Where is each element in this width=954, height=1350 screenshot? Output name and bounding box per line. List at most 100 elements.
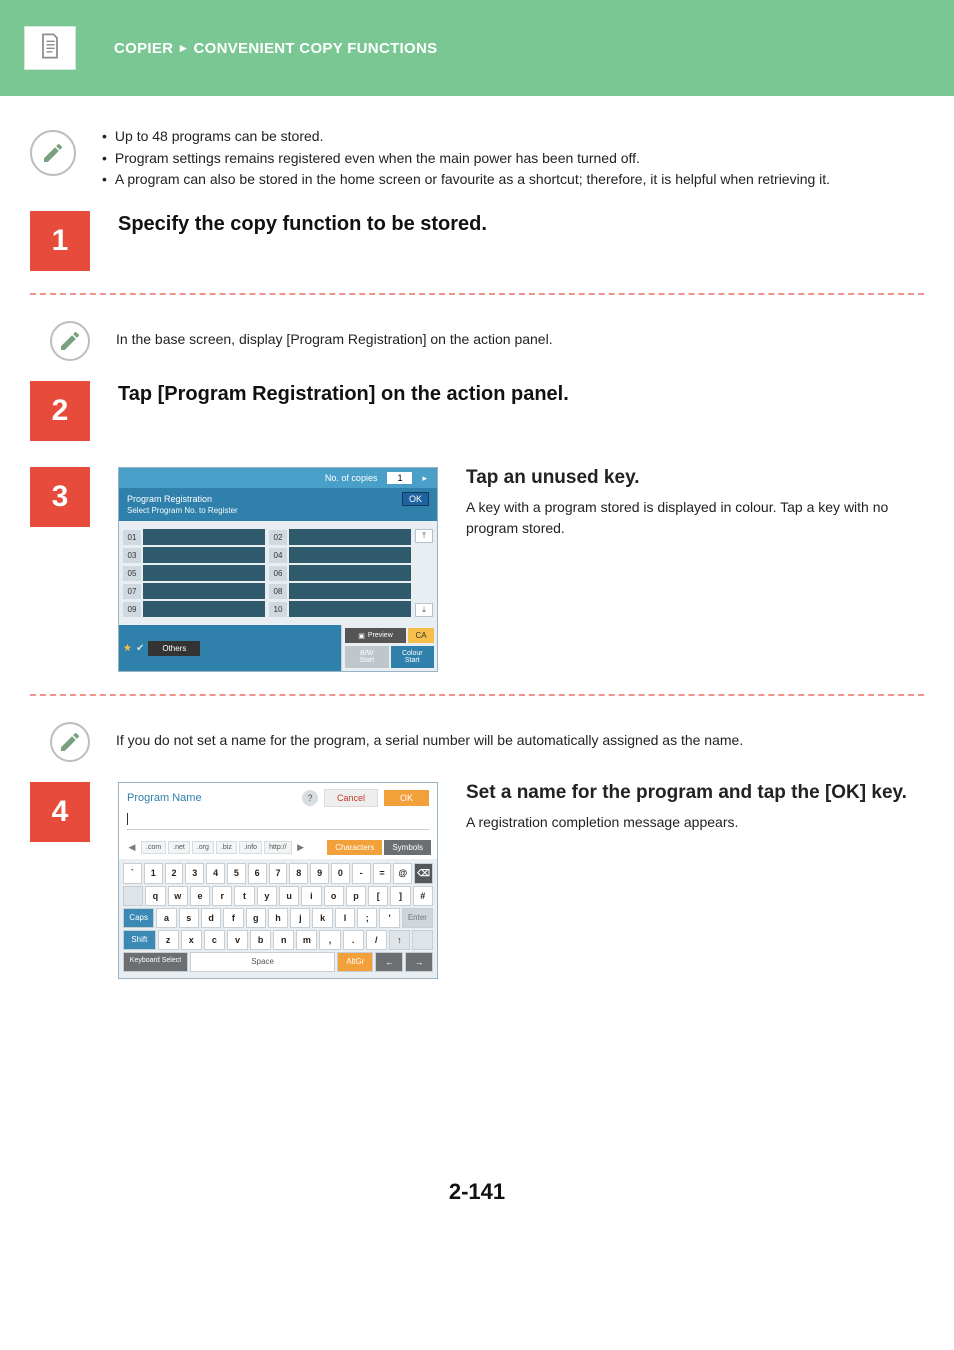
domain-tab[interactable]: .info [239, 841, 262, 854]
left-key[interactable]: ← [375, 952, 403, 972]
program-slot[interactable]: 03 [123, 547, 269, 563]
key[interactable]: t [234, 886, 254, 906]
key[interactable]: r [212, 886, 232, 906]
key[interactable]: 9 [310, 863, 329, 884]
altgr-key[interactable]: AltGr [337, 952, 373, 972]
key[interactable]: p [346, 886, 366, 906]
key[interactable]: z [158, 930, 179, 950]
key[interactable]: u [279, 886, 299, 906]
key[interactable]: o [324, 886, 344, 906]
key[interactable]: 4 [206, 863, 225, 884]
key[interactable]: # [413, 886, 433, 906]
program-slot[interactable]: 01 [123, 529, 269, 545]
key[interactable]: g [246, 908, 266, 928]
key[interactable]: @ [393, 863, 412, 884]
program-slot[interactable]: 05 [123, 565, 269, 581]
bw-start-button[interactable]: B/WStart [345, 646, 389, 668]
spacer-key[interactable] [412, 930, 433, 950]
key[interactable]: . [343, 930, 364, 950]
characters-button[interactable]: Characters [327, 840, 382, 855]
backspace-key[interactable]: ⌫ [414, 863, 433, 884]
scroll-up-icon[interactable]: ⤒ [415, 529, 433, 543]
right-key[interactable]: → [405, 952, 433, 972]
key[interactable]: k [312, 908, 332, 928]
expand-icon[interactable]: ▸ [418, 473, 431, 484]
key[interactable]: 7 [269, 863, 288, 884]
space-key[interactable]: Space [190, 952, 335, 972]
preview-button[interactable]: ▣Preview [345, 628, 406, 643]
key[interactable]: - [352, 863, 371, 884]
keyboard-select-key[interactable]: Keyboard Select [123, 952, 188, 972]
program-slot[interactable]: 07 [123, 583, 269, 599]
check-icon[interactable]: ✔ [136, 643, 144, 654]
domain-tab[interactable]: http:// [264, 841, 292, 854]
program-slot[interactable]: 09 [123, 601, 269, 617]
key[interactable]: y [257, 886, 277, 906]
shift-key[interactable]: Shift [123, 930, 156, 950]
domain-tab[interactable]: .com [141, 841, 166, 854]
help-icon[interactable]: ? [302, 790, 318, 806]
key[interactable]: 2 [165, 863, 184, 884]
key[interactable]: c [204, 930, 225, 950]
program-slot[interactable]: 08 [269, 583, 415, 599]
breadcrumb-section[interactable]: COPIER [114, 40, 173, 57]
key[interactable]: v [227, 930, 248, 950]
key[interactable]: ] [390, 886, 410, 906]
key[interactable]: j [290, 908, 310, 928]
key[interactable]: l [335, 908, 355, 928]
tab-right-icon[interactable]: ▶ [294, 842, 308, 853]
key[interactable]: m [296, 930, 317, 950]
star-icon[interactable]: ★ [123, 643, 132, 654]
key[interactable]: i [301, 886, 321, 906]
program-slot[interactable]: 02 [269, 529, 415, 545]
ok-button[interactable]: OK [384, 790, 429, 806]
key[interactable]: ; [357, 908, 377, 928]
key[interactable]: n [273, 930, 294, 950]
key[interactable]: a [156, 908, 176, 928]
key[interactable]: b [250, 930, 271, 950]
ok-button[interactable]: OK [402, 492, 429, 506]
key[interactable]: 8 [289, 863, 308, 884]
key[interactable]: s [179, 908, 199, 928]
key[interactable]: x [181, 930, 202, 950]
cancel-button[interactable]: Cancel [324, 789, 378, 807]
key[interactable]: 1 [144, 863, 163, 884]
copies-label: No. of copies [325, 473, 378, 483]
program-name-input[interactable] [119, 813, 437, 836]
domain-tab[interactable]: .biz [216, 841, 237, 854]
spacer-key[interactable] [123, 886, 143, 906]
breadcrumb-subsection[interactable]: CONVENIENT COPY FUNCTIONS [194, 40, 438, 57]
caps-key[interactable]: Caps [123, 908, 154, 928]
tab-left-icon[interactable]: ◀ [125, 842, 139, 853]
key[interactable]: ' [379, 908, 399, 928]
key[interactable]: q [145, 886, 165, 906]
key[interactable]: = [373, 863, 392, 884]
key[interactable]: [ [368, 886, 388, 906]
copies-value[interactable]: 1 [387, 472, 412, 484]
up-key[interactable]: ↑ [389, 930, 410, 950]
key[interactable]: f [223, 908, 243, 928]
symbols-button[interactable]: Symbols [384, 840, 431, 855]
key[interactable]: 5 [227, 863, 246, 884]
others-button[interactable]: Others [148, 641, 200, 656]
program-slot[interactable]: 04 [269, 547, 415, 563]
scroll-down-icon[interactable]: ⤓ [415, 603, 433, 617]
key[interactable]: 3 [185, 863, 204, 884]
program-slot[interactable]: 06 [269, 565, 415, 581]
ca-button[interactable]: CA [408, 628, 434, 643]
enter-key[interactable]: Enter [402, 908, 433, 928]
key[interactable]: w [168, 886, 188, 906]
colour-start-button[interactable]: ColourStart [391, 646, 435, 668]
key[interactable]: , [319, 930, 340, 950]
key[interactable]: 6 [248, 863, 267, 884]
key[interactable]: / [366, 930, 387, 950]
domain-tab[interactable]: .net [168, 841, 190, 854]
key[interactable]: ` [123, 863, 142, 884]
key[interactable]: e [190, 886, 210, 906]
key[interactable]: d [201, 908, 221, 928]
key[interactable]: 0 [331, 863, 350, 884]
key[interactable]: h [268, 908, 288, 928]
program-slot[interactable]: 10 [269, 601, 415, 617]
domain-tab[interactable]: .org [192, 841, 214, 854]
breadcrumb[interactable]: COPIER ► CONVENIENT COPY FUNCTIONS [114, 40, 437, 57]
